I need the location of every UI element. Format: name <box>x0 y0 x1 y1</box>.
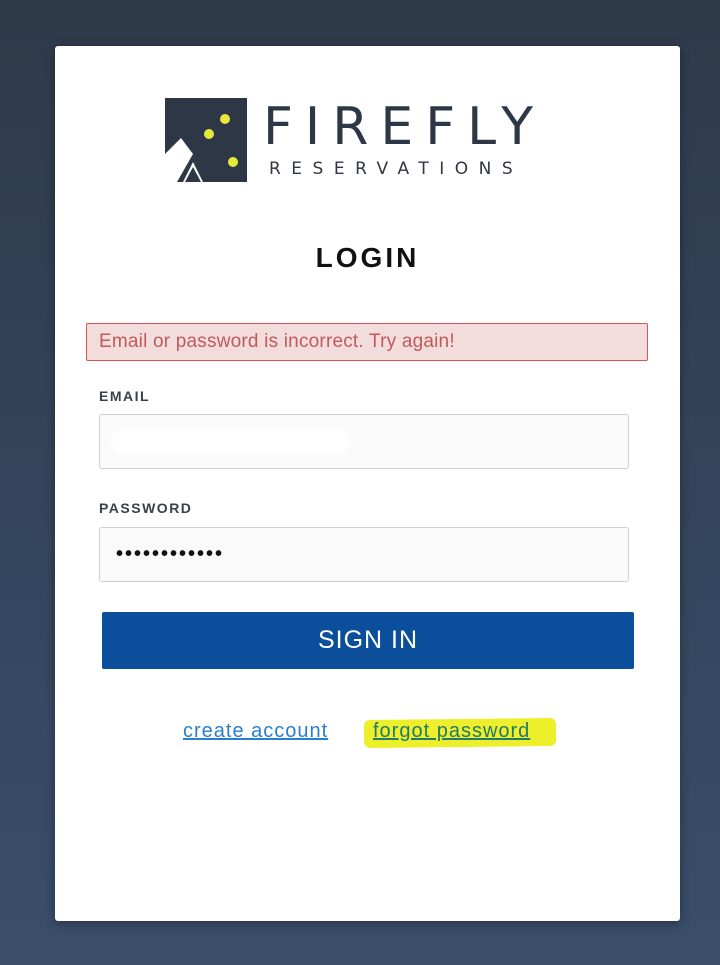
redacted-email-value <box>110 429 350 455</box>
password-field[interactable]: •••••••••••• <box>99 527 629 582</box>
auth-links: create account forgot password <box>55 717 680 750</box>
logo-subtitle: RESERVATIONS <box>269 159 524 179</box>
create-account-link[interactable]: create account <box>183 720 328 743</box>
login-card: FIREFLY RESERVATIONS LOGIN Email or pass… <box>55 46 680 921</box>
logo-wordmark: FIREFLY <box>263 97 545 157</box>
page-title: LOGIN <box>315 242 420 273</box>
email-label: EMAIL <box>99 388 151 404</box>
sign-in-button[interactable]: SIGN IN <box>102 612 634 669</box>
forgot-password-link[interactable]: forgot password <box>373 720 530 743</box>
tent-with-stars-icon <box>165 98 247 182</box>
password-label: PASSWORD <box>99 500 193 516</box>
firefly-logo: FIREFLY RESERVATIONS <box>165 98 585 188</box>
forgot-password-highlight: forgot password <box>363 717 558 749</box>
email-field[interactable] <box>99 414 629 469</box>
error-alert: Email or password is incorrect. Try agai… <box>86 323 648 361</box>
